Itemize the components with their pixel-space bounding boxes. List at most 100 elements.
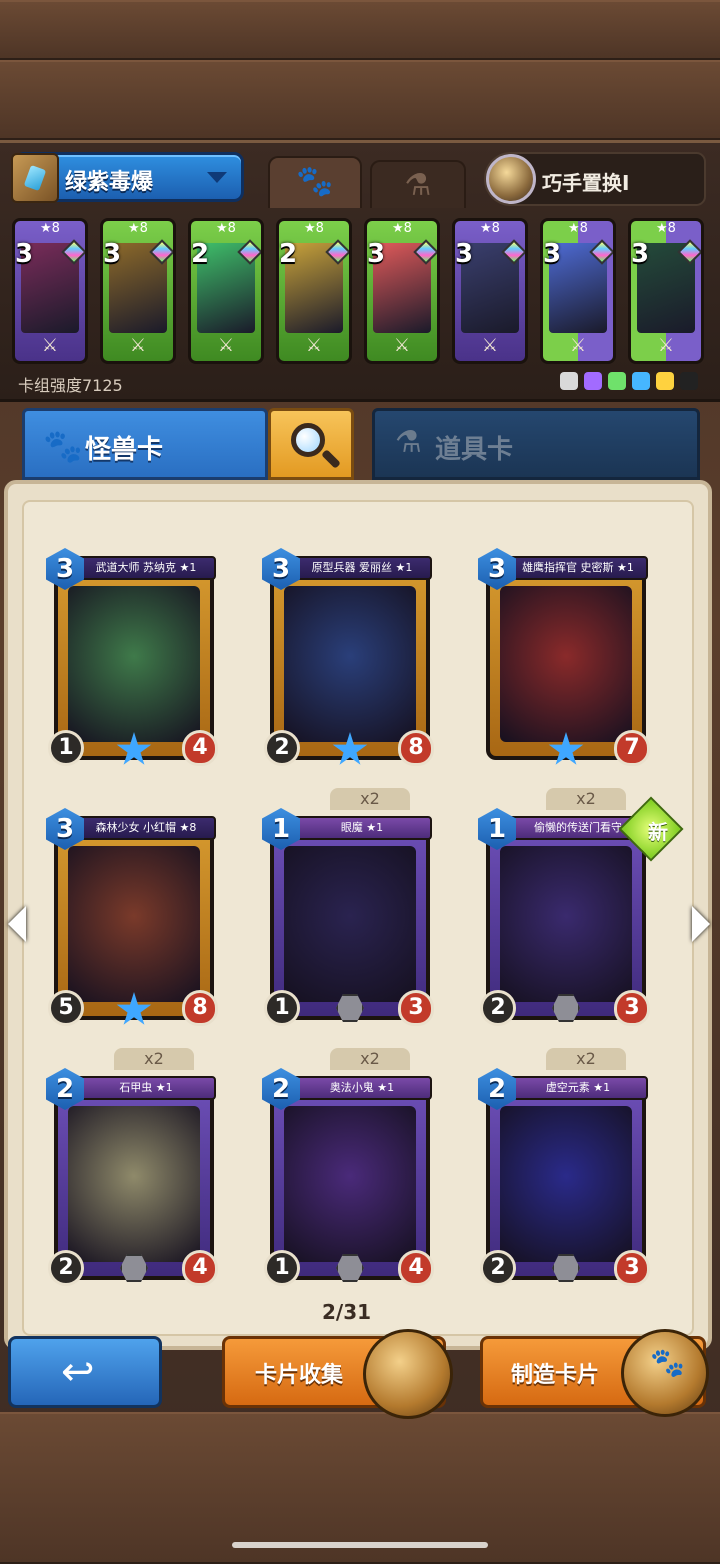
deck-card[interactable]: ★8 3 ⚔ [12,218,88,364]
card-art [68,586,200,742]
card-cost: 3 [15,239,34,269]
card-art [68,1106,200,1262]
card-health: 4 [182,1250,218,1286]
card-cost: 2 [279,239,298,269]
duplicate-count: x2 [546,1048,626,1070]
card-health: 3 [398,990,434,1026]
collection-card[interactable]: 森林少女 小红帽 ★8 3 5 8 [46,808,222,1028]
deck-elements [560,372,698,390]
paw-icon: 🐾 [296,164,334,199]
card-collection-button[interactable]: 卡片收集 [222,1329,453,1419]
element-icon [608,372,626,390]
deck-card[interactable]: ★8 3 ⚔ [364,218,440,364]
craft-card-button[interactable]: 制造卡片 [480,1329,709,1417]
collection-card[interactable]: 雄鹰指挥官 史密斯 ★1 3 7 [478,548,654,768]
card-collection-label: 卡片收集 [255,1363,344,1388]
deck-card-row: ★8 3 ⚔ ★8 3 ⚔ ★8 2 ⚔ ★8 2 ⚔ ★8 3 ⚔ ★8 3 ⚔ ★8 3 ⚔ ★8 3 ⚔ [12,218,712,364]
element-icon [632,372,650,390]
card-name: 虚空元素 ★1 [508,1076,648,1100]
element-icon [560,372,578,390]
card-health: 4 [398,1250,434,1286]
search-icon [291,423,325,457]
sword-icon: ⚔ [305,335,323,356]
card-art [284,586,416,742]
card-cost: 3 [543,239,562,269]
craft-potion-icon [621,1329,709,1417]
tab-monster-deck[interactable]: 🐾 [268,156,362,208]
tab-item-cards[interactable]: ⚗ 道具卡 [372,408,700,480]
collection-card[interactable]: x2 石甲虫 ★1 2 2 4 [46,1048,222,1288]
page-indicator: 2/31 [322,1300,372,1324]
card-frame [486,1080,646,1280]
sword-icon: ⚔ [393,335,411,356]
duplicate-count: x2 [330,788,410,810]
home-indicator[interactable] [232,1542,488,1548]
sword-icon: ⚔ [41,335,59,356]
card-frame [270,560,430,760]
card-health: 4 [182,730,218,766]
card-name: 眼魔 ★1 [292,816,432,840]
card-attack: 2 [48,1250,84,1286]
card-frame [270,1080,430,1280]
card-attack: 1 [264,1250,300,1286]
card-art [500,586,632,742]
sword-icon: ⚔ [481,335,499,356]
card-art [68,846,200,1002]
element-icon [656,372,674,390]
deck-card[interactable]: ★8 2 ⚔ [188,218,264,364]
deck-book-icon [11,153,59,203]
collection-card[interactable]: 武道大师 苏纳克 ★1 3 1 4 [46,548,222,768]
card-cost: 3 [103,239,122,269]
paw-icon: 🐾 [43,427,83,465]
deck-card[interactable]: ★8 3 ⚔ [540,218,616,364]
card-art [284,1106,416,1262]
card-frame [486,820,646,1020]
sword-icon: ⚔ [569,335,587,356]
card-health: 3 [614,1250,650,1286]
next-page-arrow-icon[interactable] [692,906,710,942]
tab-item-label: 道具卡 [435,435,514,465]
collection-card[interactable]: 原型兵器 爱丽丝 ★1 3 2 8 [262,548,438,768]
card-attack: 2 [264,730,300,766]
card-health: 7 [614,730,650,766]
card-name: 森林少女 小红帽 ★8 [76,816,216,840]
deck-name-label: 绿紫毒爆 [65,170,154,195]
card-health: 3 [614,990,650,1026]
hero-skill-label: 巧手置换I [542,171,630,195]
deck-card[interactable]: ★8 2 ⚔ [276,218,352,364]
new-label: 新 [648,820,668,844]
card-cost: 3 [455,239,474,269]
duplicate-count: x2 [546,788,626,810]
search-button[interactable] [268,408,354,480]
duplicate-count: x2 [330,1048,410,1070]
card-attack: 1 [48,730,84,766]
collection-card[interactable]: x2 虚空元素 ★1 2 2 3 [478,1048,654,1288]
tab-item-deck[interactable]: ⚗ [370,160,466,208]
card-attack: 2 [480,1250,516,1286]
sword-icon: ⚔ [129,335,147,356]
back-arrow-icon: ↩ [61,1349,95,1395]
element-icon [680,372,698,390]
deck-card[interactable]: ★8 3 ⚔ [100,218,176,364]
card-attack: 2 [480,990,516,1026]
card-name: 武道大师 苏纳克 ★1 [76,556,216,580]
deck-card[interactable]: ★8 3 ⚔ [452,218,528,364]
card-name: 石甲虫 ★1 [76,1076,216,1100]
deck-selector[interactable]: 绿紫毒爆 [11,152,244,203]
card-frame [54,1080,214,1280]
card-book-icon [363,1329,453,1419]
collection-card[interactable]: x2 偷懒的传送门看守 1 2 3 新 [478,788,684,1028]
potion-icon: ⚗ [404,168,432,203]
hero-skill-selector[interactable]: 巧手置换I [484,152,706,206]
collection-card[interactable]: x2 奥法小鬼 ★1 2 1 4 [262,1048,438,1288]
deck-card[interactable]: ★8 3 ⚔ [628,218,704,364]
tab-monster-cards[interactable]: 🐾 怪兽卡 [22,408,268,480]
card-health: 8 [398,730,434,766]
tab-monster-label: 怪兽卡 [85,435,164,465]
card-cost: 2 [191,239,210,269]
card-frame [54,560,214,760]
back-button[interactable]: ↩ [8,1336,162,1408]
collection-card[interactable]: x2 眼魔 ★1 1 1 3 [262,788,438,1028]
card-cost: 3 [367,239,386,269]
prev-page-arrow-icon[interactable] [8,906,26,942]
